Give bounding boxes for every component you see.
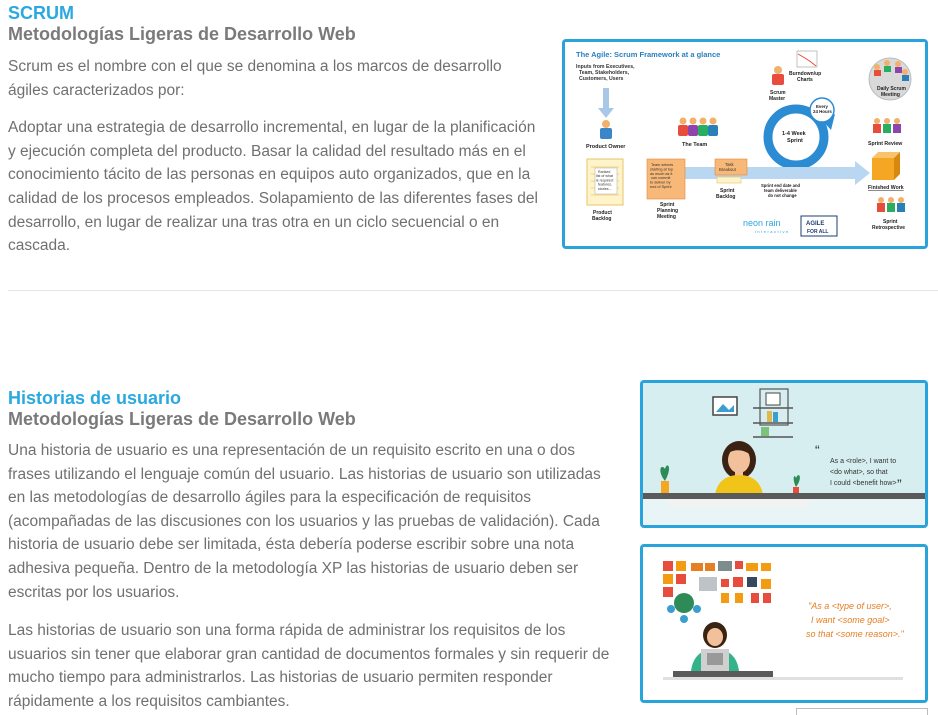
user-story-scene-2: "As a <type of user>, I want <some goal>… <box>643 547 925 700</box>
user-stories-section: Historias de usuario Metodologías Ligera… <box>8 388 618 714</box>
neon-rain-logo-sub: interactive <box>755 229 790 234</box>
neon-rain-logo: neon rain <box>743 218 781 228</box>
bottom-partial-element <box>796 708 928 715</box>
sprint-review-label: Sprint Review <box>868 141 903 147</box>
quote2-line-3: so that <some reason>." <box>806 629 905 639</box>
product-owner-label: Product Owner <box>586 144 626 150</box>
quote2-line-2: I want <some goal> <box>811 615 890 625</box>
scrum-intro-paragraph: Scrum es el nombre con el que se denomin… <box>8 58 502 99</box>
scrum-framework-diagram: The Agile: Scrum Framework at a glance I… <box>565 42 925 246</box>
user-stories-title: Historias de usuario <box>8 388 182 408</box>
user-stories-paragraph-1: Una historia de usuario es una represent… <box>8 442 601 601</box>
scrum-detail-paragraph: Adoptar una estrategia de desarrollo inc… <box>8 119 538 255</box>
agile-for-all-logo-sub: FOR ALL <box>807 229 828 235</box>
scrum-subtitle: Metodologías Ligeras de Desarrollo Web <box>8 24 356 44</box>
the-team-label: The Team <box>682 142 707 148</box>
user-story-scene-1: “ As a <role>, I want to <do what>, so t… <box>643 383 925 525</box>
svg-text:Team selectsstarting at topas: Team selects starting at top as much as it… <box>650 163 673 189</box>
user-story-illustration-2[interactable]: "As a <type of user>, I want <some goal>… <box>640 544 928 703</box>
user-stories-subtitle: Metodologías Ligeras de Desarrollo Web <box>8 409 356 429</box>
finished-work-label: Finished Work <box>868 185 904 191</box>
scrum-figure-title: The Agile: Scrum Framework at a glance <box>576 50 720 59</box>
svg-text:“: “ <box>815 442 820 458</box>
svg-text:ProductBacklog: Product Backlog <box>592 210 612 222</box>
sprint-review-icon <box>873 118 901 133</box>
quote-line-3: I could <benefit how> <box>830 480 897 487</box>
quote-line-2: <do what>, so that <box>830 469 888 476</box>
svg-text:ScrumMaster: Scrum Master <box>769 90 786 102</box>
scrum-section: SCRUM Metodologías Ligeras de Desarrollo… <box>8 3 538 258</box>
quote2-line-1: "As a <type of user>, <box>808 601 892 611</box>
agile-for-all-logo: AGILE <box>806 221 824 227</box>
scrum-framework-image[interactable]: The Agile: Scrum Framework at a glance I… <box>562 39 928 249</box>
scrum-title: SCRUM <box>8 3 74 23</box>
user-story-illustration-1[interactable]: “ As a <role>, I want to <do what>, so t… <box>640 380 928 528</box>
section-divider <box>8 290 938 291</box>
svg-text:”: ” <box>897 476 902 492</box>
quote-line-1: As a <role>, I want to <box>830 458 896 465</box>
user-stories-paragraph-2: Las historias de usuario son una forma r… <box>8 622 610 710</box>
sprint-retrospective-icon <box>877 197 905 212</box>
